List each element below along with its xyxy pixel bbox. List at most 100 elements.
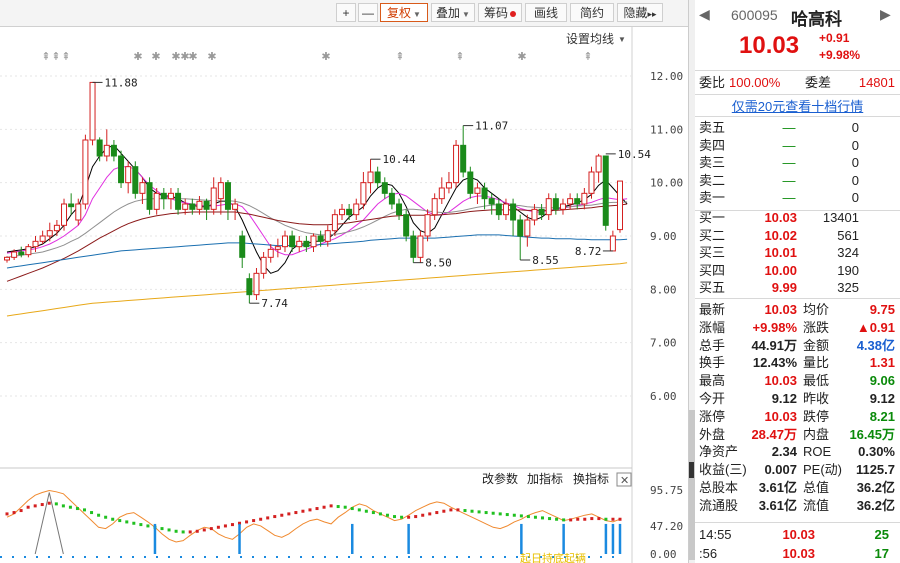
ask-volume: 0: [851, 120, 859, 135]
price-tick-label: 7.00: [650, 337, 677, 350]
draw-line-button[interactable]: 画线: [525, 3, 567, 22]
stat-value: +9.98%: [752, 319, 797, 335]
candle-body: [125, 166, 132, 184]
candle-body: [253, 272, 260, 296]
indicator-dot: [188, 530, 192, 534]
caret-down-icon: ▼: [462, 10, 470, 19]
candle-body: [360, 182, 367, 205]
indicator-panel: [0, 489, 622, 558]
upsell-link[interactable]: 仅需20元查看十档行情: [695, 96, 900, 115]
baseline-dot: [252, 556, 254, 558]
indicator-dot: [230, 523, 234, 527]
prev-stock-arrow-icon[interactable]: ◀: [699, 6, 710, 23]
stat-label: 涨跌: [803, 319, 830, 335]
zoom-in-button[interactable]: +: [336, 3, 356, 22]
indicator-dot: [5, 512, 9, 516]
baseline-dot: [204, 556, 206, 558]
baseline-dot: [84, 556, 86, 558]
indicator-dot: [68, 505, 72, 509]
indicator-dot: [498, 512, 502, 516]
indicator-dot: [104, 515, 108, 519]
zoom-out-button[interactable]: —: [358, 3, 378, 22]
candle-body: [175, 192, 182, 210]
ask-label: 卖二: [699, 172, 726, 188]
event-marker-icon: ⇞: [61, 51, 70, 63]
candle-body: [96, 139, 103, 157]
indicator-dot: [484, 511, 488, 515]
stat-row: 最新 10.03 均价 9.75: [695, 301, 900, 319]
stat-value: 3.61亿: [758, 480, 797, 495]
indicator-dot: [209, 527, 213, 531]
candle-body: [310, 235, 317, 248]
ask-volume: 0: [851, 155, 859, 170]
ma-setting-link[interactable]: 设置均线: [566, 32, 614, 46]
indicator-dot: [308, 508, 312, 512]
baseline-dot: [240, 556, 242, 558]
indicator-dot: [97, 513, 101, 517]
indicator-dot: [167, 528, 171, 532]
event-marker-icon: ✱: [151, 51, 160, 63]
indicator-tick-label: 0.00: [650, 548, 677, 561]
indicator-dot: [449, 508, 453, 512]
baseline-dot: [24, 556, 26, 558]
chips-button[interactable]: 筹码: [478, 3, 522, 22]
next-stock-arrow-icon[interactable]: ▶: [880, 6, 891, 23]
baseline-dot: [12, 556, 14, 558]
bid-price: 10.03: [764, 210, 797, 225]
indicator-dot: [463, 509, 467, 513]
candle-body: [217, 182, 224, 200]
indicator-dot: [252, 519, 256, 523]
ask-row: 卖三 — 0: [695, 154, 900, 172]
divider: [695, 522, 900, 523]
candle-body: [346, 208, 353, 216]
ask-volume: 0: [851, 190, 859, 205]
tick-price: 10.03: [782, 546, 815, 561]
indicator-dot: [491, 511, 495, 515]
candle-body: [82, 139, 89, 205]
indicator-axis: 95.75 47.20 0.00: [650, 484, 683, 561]
baseline-dot: [516, 556, 518, 558]
candle-body: [609, 235, 616, 252]
candle-body: [267, 248, 274, 258]
stat-row: 收益(三) 0.007 PE(动) 1125.7: [695, 461, 900, 479]
baseline-dot: [300, 556, 302, 558]
ask-price: —: [782, 172, 796, 188]
simple-mode-button[interactable]: 简约: [570, 3, 614, 22]
baseline-dot: [468, 556, 470, 558]
collapse-panel-handle[interactable]: [689, 462, 694, 478]
indicator-dot: [19, 509, 23, 513]
candle-body: [246, 278, 253, 296]
candle-body: [381, 182, 388, 194]
indicator-dot: [54, 502, 58, 506]
tick-time: 14:55: [699, 527, 732, 542]
change-params-button[interactable]: 改参数: [482, 471, 518, 486]
event-marker-icon: ✱: [171, 51, 180, 63]
ask-label: 卖一: [699, 190, 726, 205]
candle-body: [545, 198, 552, 216]
stat-row: 今开 9.12 昨收 9.12: [695, 390, 900, 408]
overlay-button[interactable]: 叠加 ▼: [431, 3, 475, 22]
bid-row: 买三 10.01 324: [695, 244, 900, 262]
stat-label: 外盘: [699, 426, 726, 442]
divider: [695, 298, 900, 299]
switch-indicator-button[interactable]: 换指标: [573, 471, 609, 486]
ask-volume: 0: [851, 137, 859, 153]
indicator-dot: [26, 505, 30, 509]
hide-button[interactable]: 隐藏▸▸: [617, 3, 663, 22]
stat-value: 1125.7: [855, 462, 895, 478]
kline-chart[interactable]: 12.00 11.00 10.00 9.00 8.00 7.00 6.00 11.88 11.…: [0, 26, 688, 563]
fuquan-button[interactable]: 复权 ▼: [380, 3, 428, 22]
event-marker-icon: ✱: [207, 51, 216, 63]
price-annotation: 11.07: [475, 120, 508, 133]
tick-volume: 17: [874, 546, 889, 561]
indicator-dot: [611, 517, 615, 521]
price-annotation: 8.72: [575, 245, 602, 258]
add-indicator-button[interactable]: 加指标: [527, 471, 563, 486]
price-tick-label: 12.00: [650, 70, 683, 83]
stat-value: 36.2亿: [856, 480, 895, 495]
stat-label: 金额: [803, 337, 830, 353]
weibi-value: 100.00%: [729, 75, 781, 90]
indicator-dot: [216, 525, 220, 529]
stat-value: 28.47万: [751, 426, 797, 442]
stat-row: 最高 10.03 最低 9.06: [695, 372, 900, 390]
